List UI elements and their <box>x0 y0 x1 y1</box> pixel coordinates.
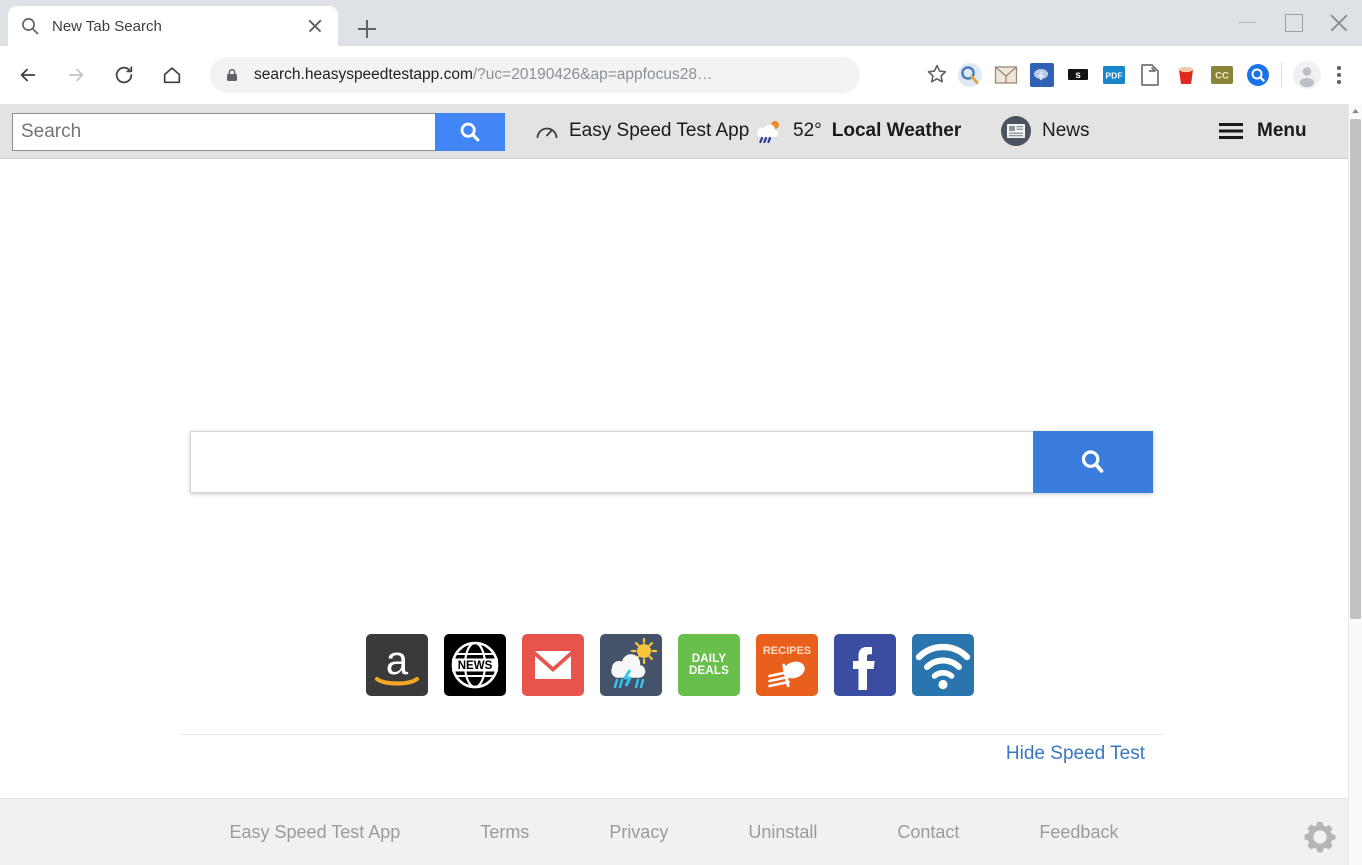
shortcut-tiles: a NEWS DAILY DEALS RECIPES <box>366 634 974 696</box>
newspaper-icon <box>1000 115 1032 147</box>
search-input[interactable] <box>12 113 435 151</box>
sidebar-item-label: Local Weather <box>831 120 962 141</box>
sidebar-item-news[interactable]: News <box>1000 115 1090 147</box>
svg-text:CC: CC <box>1215 71 1229 82</box>
tab-strip: New Tab Search <box>0 0 1362 46</box>
close-window-button[interactable] <box>1316 0 1362 46</box>
magnifier-search-extension-icon[interactable] <box>957 62 983 88</box>
star-icon[interactable] <box>925 62 951 88</box>
divider <box>181 734 1163 735</box>
browser-window: New Tab Search search.heasyspeedtestapp.… <box>0 0 1362 865</box>
maximize-button[interactable] <box>1270 0 1316 46</box>
weather-badge-extension-icon[interactable] <box>1029 62 1055 88</box>
daily-deals-tile[interactable]: DAILY DEALS <box>678 634 740 696</box>
amazon-tile[interactable]: a <box>366 634 428 696</box>
footer-privacy[interactable]: Privacy <box>609 822 668 843</box>
footer-terms[interactable]: Terms <box>480 822 529 843</box>
weather-tile[interactable] <box>600 634 662 696</box>
svg-text:RECIPES: RECIPES <box>763 645 811 657</box>
sidebar-item-label: Menu <box>1257 120 1307 141</box>
scroll-up-arrow-icon[interactable] <box>1349 104 1362 118</box>
gmail-tile[interactable] <box>522 634 584 696</box>
main-content: a NEWS DAILY DEALS RECIPES Hide Speed Te… <box>0 159 1348 865</box>
footer-feedback[interactable]: Feedback <box>1039 822 1118 843</box>
pdf-extension-icon[interactable]: PDF <box>1101 62 1127 88</box>
news-tile[interactable]: NEWS <box>444 634 506 696</box>
url-domain: search.heasyspeedtestapp.com <box>254 66 473 83</box>
svg-text:a: a <box>386 639 409 683</box>
sidebar-item-label: Easy Speed Test App <box>569 120 750 141</box>
navigation-toolbar: search.heasyspeedtestapp.com/?uc=2019042… <box>0 46 1362 104</box>
sidebar-item-easy-speed-test-app[interactable]: Easy Speed Test App <box>535 120 749 142</box>
search-icon <box>1081 450 1104 473</box>
main-search-input[interactable] <box>190 431 1033 493</box>
minimize-button[interactable] <box>1224 0 1270 46</box>
search-button[interactable] <box>435 113 505 151</box>
close-icon[interactable] <box>304 15 326 37</box>
tile-label: DAILY DEALS <box>689 652 729 677</box>
toolbar-search <box>12 113 505 151</box>
envelope-y-extension-icon[interactable] <box>993 62 1019 88</box>
weather-temp: 52° <box>793 120 822 141</box>
url-path: /?uc=20190426&ap=appfocus28… <box>472 66 713 83</box>
toolbar-divider <box>1281 62 1282 88</box>
black-s-extension-icon[interactable]: s <box>1065 62 1091 88</box>
footer-contact[interactable]: Contact <box>897 822 959 843</box>
gear-icon[interactable] <box>1298 815 1342 859</box>
page-content: Easy Speed Test App 52° Local Weather <box>0 104 1348 865</box>
forward-arrow-icon[interactable] <box>56 55 96 95</box>
blue-search-extension-icon[interactable] <box>1245 62 1271 88</box>
reload-icon[interactable] <box>104 55 144 95</box>
svg-text:NEWS: NEWS <box>458 660 493 672</box>
svg-text:PDF: PDF <box>1105 71 1122 81</box>
extension-icons: s PDF CC <box>957 62 1271 88</box>
home-icon[interactable] <box>152 55 192 95</box>
footer-uninstall[interactable]: Uninstall <box>748 822 817 843</box>
weather-cloud-sun-rain-icon <box>753 118 783 144</box>
footer: Easy Speed Test App Terms Privacy Uninst… <box>0 798 1348 865</box>
search-icon <box>20 16 40 36</box>
main-search-box <box>190 431 1153 493</box>
page-corner-extension-icon[interactable] <box>1137 62 1163 88</box>
lock-icon <box>224 67 240 83</box>
window-controls <box>1224 0 1362 46</box>
main-search-button[interactable] <box>1033 431 1153 493</box>
footer-easy-speed-test-app[interactable]: Easy Speed Test App <box>230 822 401 843</box>
avatar[interactable] <box>1292 60 1322 90</box>
facebook-tile[interactable] <box>834 634 896 696</box>
speedometer-icon <box>535 121 559 141</box>
svg-text:s: s <box>1075 70 1081 81</box>
sidebar-item-menu[interactable]: Menu <box>1218 120 1307 142</box>
sidebar-item-local-weather[interactable]: 52° Local Weather <box>753 118 961 144</box>
recipes-tile[interactable]: RECIPES <box>756 634 818 696</box>
three-dot-menu-icon[interactable] <box>1326 60 1352 90</box>
new-tab-button[interactable] <box>352 14 382 44</box>
address-bar[interactable]: search.heasyspeedtestapp.com/?uc=2019042… <box>210 57 860 93</box>
closed-caption-extension-icon[interactable]: CC <box>1209 62 1235 88</box>
scrollbar-thumb[interactable] <box>1350 119 1361 619</box>
browser-tab[interactable]: New Tab Search <box>8 6 338 46</box>
site-toolbar: Easy Speed Test App 52° Local Weather <box>0 104 1348 159</box>
search-icon <box>460 122 480 142</box>
back-arrow-icon[interactable] <box>8 55 48 95</box>
hamburger-icon <box>1218 121 1244 141</box>
url-text: search.heasyspeedtestapp.com/?uc=2019042… <box>254 66 712 84</box>
scrollbar[interactable] <box>1348 104 1362 865</box>
sidebar-item-label: News <box>1042 120 1090 141</box>
popcorn-extension-icon[interactable] <box>1173 62 1199 88</box>
wifi-tile[interactable] <box>912 634 974 696</box>
tab-title: New Tab Search <box>52 17 162 35</box>
